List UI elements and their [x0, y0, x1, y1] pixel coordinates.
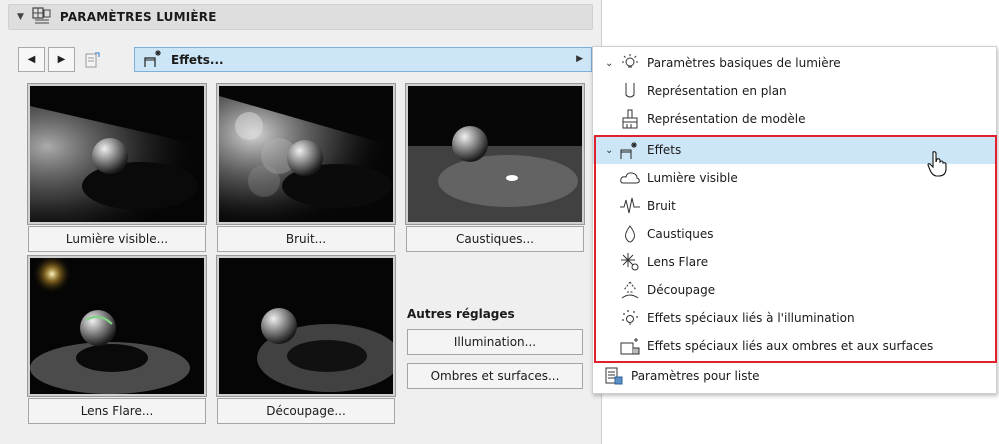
noise-icon — [619, 195, 641, 217]
tree-item-label: Effets spéciaux liés à l'illumination — [647, 311, 855, 325]
collapse-caret-icon[interactable]: ▼ — [17, 12, 24, 22]
previous-button[interactable]: ◀ — [18, 47, 45, 72]
tree-item-label: Lumière visible — [647, 171, 738, 185]
drop-icon — [619, 223, 641, 245]
other-settings-heading: Autres réglages — [407, 307, 515, 321]
cutoff-preview[interactable] — [216, 255, 396, 397]
chevron-down-icon[interactable]: ⌄ — [605, 145, 619, 156]
tree-item-caustics[interactable]: Caustiques — [593, 220, 996, 248]
next-button[interactable]: ▶ — [48, 47, 75, 72]
tree-item-label: Découpage — [647, 283, 716, 297]
illumination-button[interactable]: Illumination... — [407, 329, 583, 355]
tree-item-illumination-effects[interactable]: Effets spéciaux liés à l'illumination — [593, 304, 996, 332]
tree-item-lens-flare[interactable]: Lens Flare — [593, 248, 996, 276]
light-settings-panel: ▼ PARAMÈTRES LUMIÈRE ◀ ▶ Effets... ▶ Lum… — [0, 0, 602, 444]
lens-flare-button[interactable]: Lens Flare... — [28, 398, 206, 424]
panel-title: PARAMÈTRES LUMIÈRE — [59, 10, 217, 24]
light-settings-icon — [32, 6, 52, 28]
plan-icon — [619, 80, 641, 102]
cutoff-button[interactable]: Découpage... — [217, 398, 395, 424]
bulb-icon — [619, 52, 641, 74]
tree-item-label: Caustiques — [647, 227, 714, 241]
tree-item-label: Paramètres basiques de lumière — [647, 56, 841, 70]
chevron-down-icon[interactable]: ⌄ — [605, 58, 619, 69]
dropdown-arrow-icon: ▶ — [576, 54, 583, 64]
brush-icon — [619, 108, 641, 130]
caustics-preview[interactable] — [405, 83, 585, 225]
tree-item-noise[interactable]: Bruit — [593, 192, 996, 220]
settings-tree-menu: ⌄ Paramètres basiques de lumière Représe… — [592, 46, 997, 394]
hand-cursor-icon — [926, 150, 948, 181]
tree-item-plan-representation[interactable]: Représentation en plan — [593, 77, 996, 105]
tree-item-label: Représentation en plan — [647, 84, 787, 98]
tree-item-list-settings[interactable]: Paramètres pour liste — [593, 362, 996, 390]
tree-item-label: Lens Flare — [647, 255, 709, 269]
tree-item-basic-light[interactable]: ⌄ Paramètres basiques de lumière — [593, 49, 996, 77]
effects-dropdown[interactable]: Effets... ▶ — [134, 47, 592, 72]
effects-icon — [619, 139, 641, 161]
cutoff-icon — [619, 279, 641, 301]
tree-item-label: Bruit — [647, 199, 676, 213]
visible-light-button[interactable]: Lumière visible... — [28, 226, 206, 252]
tree-item-cutoff[interactable]: Découpage — [593, 276, 996, 304]
tree-item-label: Effets spéciaux liés aux ombres et aux s… — [647, 339, 934, 353]
tree-item-label: Effets — [647, 143, 682, 157]
lens-flare-preview[interactable] — [27, 255, 207, 397]
illumination-effects-icon — [619, 307, 641, 329]
noise-preview[interactable] — [216, 83, 396, 225]
caustics-button[interactable]: Caustiques... — [406, 226, 584, 252]
cloud-icon — [619, 167, 641, 189]
shadows-surfaces-button[interactable]: Ombres et surfaces... — [407, 363, 583, 389]
shadow-effects-icon — [619, 335, 641, 357]
flare-icon — [619, 251, 641, 273]
list-icon — [603, 365, 625, 387]
tree-item-label: Paramètres pour liste — [631, 369, 760, 383]
tree-item-label: Représentation de modèle — [647, 112, 806, 126]
tree-item-model-representation[interactable]: Représentation de modèle — [593, 105, 996, 133]
visible-light-preview[interactable] — [27, 83, 207, 225]
effects-icon — [143, 48, 165, 71]
panel-header[interactable]: ▼ PARAMÈTRES LUMIÈRE — [8, 4, 593, 30]
noise-button[interactable]: Bruit... — [217, 226, 395, 252]
page-settings-icon[interactable] — [78, 47, 105, 72]
tree-item-shadow-effects[interactable]: Effets spéciaux liés aux ombres et aux s… — [593, 332, 996, 360]
effects-dropdown-label: Effets... — [171, 52, 224, 67]
